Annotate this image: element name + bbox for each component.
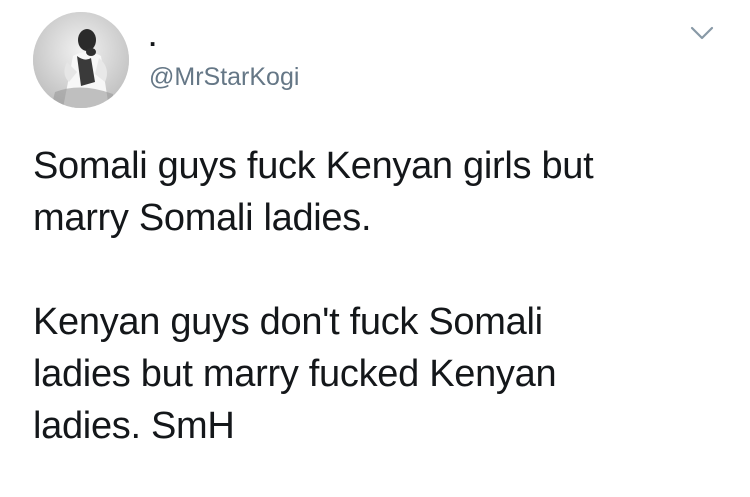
tweet-paragraph: Kenyan guys don't fuck Somali ladies but… xyxy=(33,296,733,452)
user-handle[interactable]: @MrStarKogi xyxy=(149,62,299,92)
tweet-text: Somali guys fuck Kenyan girls but marry … xyxy=(33,140,733,452)
tweet-line: marry Somali ladies. xyxy=(33,197,372,239)
display-name[interactable]: . xyxy=(149,22,156,52)
tweet-line: ladies. SmH xyxy=(33,405,235,447)
avatar[interactable] xyxy=(33,12,129,108)
tweet-line: Kenyan guys don't fuck Somali xyxy=(33,301,543,343)
chevron-down-icon[interactable] xyxy=(689,24,715,42)
tweet-paragraph: Somali guys fuck Kenyan girls but marry … xyxy=(33,140,733,244)
avatar-photo xyxy=(33,12,129,108)
tweet-line: Somali guys fuck Kenyan girls but xyxy=(33,145,594,187)
tweet-line: ladies but marry fucked Kenyan xyxy=(33,353,557,395)
tweet-header: . @MrStarKogi xyxy=(0,0,750,120)
